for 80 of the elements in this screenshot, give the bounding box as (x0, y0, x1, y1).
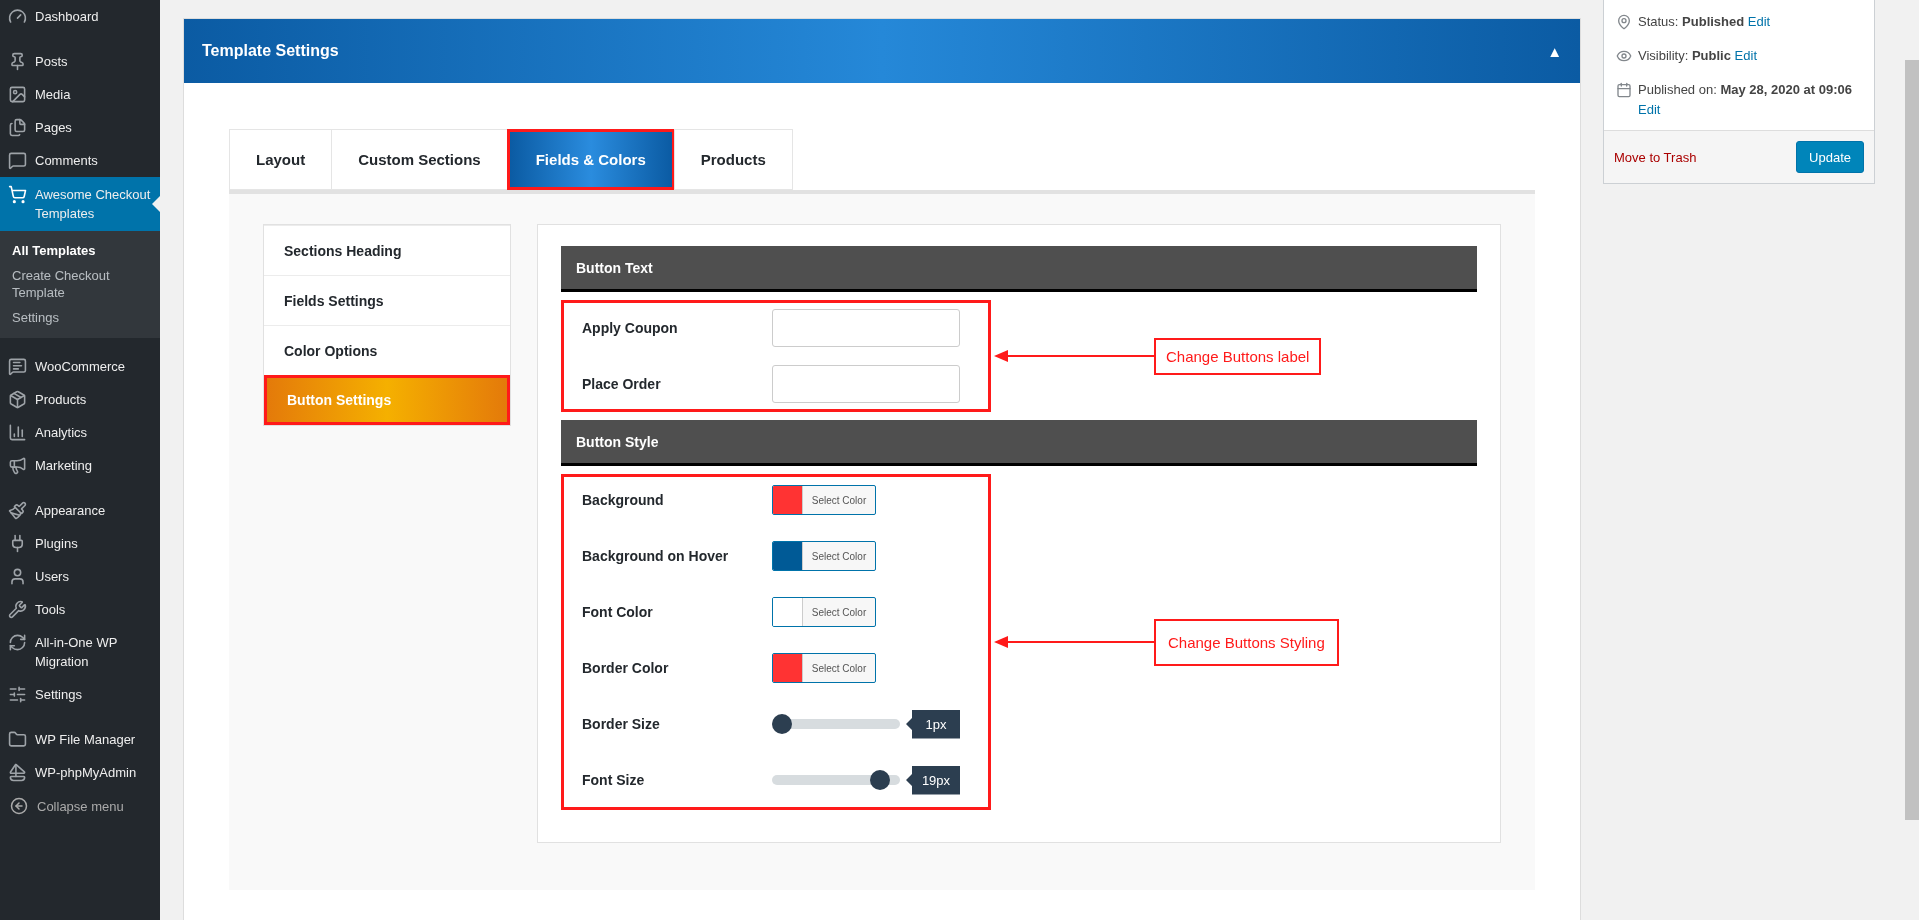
value-tooltip: 19px (906, 765, 960, 795)
edit-link[interactable]: Edit (1747, 14, 1771, 29)
bar-chart-icon (8, 423, 27, 442)
edit-link[interactable]: Edit (1638, 102, 1661, 117)
paintbrush-icon (8, 501, 27, 520)
input-field[interactable] (772, 365, 960, 403)
input-field[interactable] (772, 309, 960, 347)
annotation-note: Change Buttons Styling (1154, 618, 1339, 666)
comment-icon (8, 151, 27, 170)
sidebar-item[interactable]: WP File Manager (0, 723, 160, 756)
color-picker-button[interactable]: Select Color (772, 653, 876, 683)
field-label: Background (582, 492, 665, 508)
box-icon (8, 390, 27, 409)
update-button[interactable]: Update (1796, 141, 1864, 173)
tab[interactable]: Layout (229, 129, 333, 190)
pin-icon (8, 52, 27, 71)
collapse-toggle[interactable]: ▲ (1547, 42, 1562, 60)
submenu-item[interactable]: All Templates (0, 238, 160, 263)
pages-icon (8, 118, 27, 137)
speech-bubble-icon (8, 357, 27, 376)
scrollbar[interactable] (1905, 60, 1919, 820)
cart-icon (8, 185, 27, 204)
media-icon (8, 85, 27, 104)
field-label: Font Color (582, 604, 654, 620)
move-to-trash-link[interactable]: Move to Trash (1614, 149, 1697, 165)
field-label: Font Size (582, 772, 646, 788)
publish-info: Published on: May 28, 2020 at 09:06 Edit (1638, 81, 1853, 119)
color-picker-button[interactable]: Select Color (772, 597, 876, 627)
submenu-item[interactable]: Settings (0, 305, 160, 330)
tab[interactable]: Custom Sections (331, 129, 508, 190)
wrench-icon (8, 600, 27, 619)
megaphone-icon (8, 456, 27, 475)
edit-link[interactable]: Edit (1734, 48, 1757, 63)
annotation-note: Change Buttons label (1154, 337, 1322, 375)
color-picker-button[interactable]: Select Color (772, 485, 876, 515)
slider-thumb[interactable] (772, 714, 792, 734)
submenu-item[interactable]: Create Checkout Template (0, 263, 160, 305)
collapse-menu-button[interactable]: Collapse menu (0, 789, 160, 823)
section-header: Button Text (561, 246, 1477, 292)
tab[interactable]: Fields & Colors (506, 129, 675, 190)
sidebar-item[interactable]: WP-phpMyAdmin (0, 756, 160, 789)
sidebar-item[interactable]: WooCommerce (0, 350, 160, 383)
tab[interactable]: Products (673, 129, 793, 190)
sidebar-item[interactable]: Products (0, 383, 160, 416)
field-label: Apply Coupon (582, 320, 679, 336)
field-label: Background on Hover (582, 548, 730, 564)
user-icon (8, 567, 27, 586)
sidebar-item[interactable]: Media (0, 78, 160, 111)
field-label: Place Order (582, 376, 662, 392)
sidebar-item[interactable]: Posts (0, 45, 160, 78)
sidebar-item[interactable]: Analytics (0, 416, 160, 449)
panel-title: Template Settings (202, 42, 339, 60)
sailboat-icon (8, 763, 27, 782)
eye-icon (1616, 48, 1632, 64)
field-label: Border Size (582, 716, 661, 732)
pin-icon (1616, 14, 1632, 30)
color-picker-button[interactable]: Select Color (772, 541, 876, 571)
sidebar-item[interactable]: Comments (0, 144, 160, 177)
sidebar-item[interactable]: Appearance (0, 494, 160, 527)
refresh-icon (8, 633, 27, 652)
sidebar-item[interactable]: Users (0, 560, 160, 593)
slider-thumb[interactable] (869, 770, 890, 790)
sidebar-item[interactable]: Dashboard (0, 0, 160, 33)
publish-info: Visibility: Public Edit (1638, 47, 1758, 65)
sidebar-item[interactable]: Plugins (0, 527, 160, 560)
collapse-icon (10, 797, 28, 815)
sidebar-item[interactable]: Marketing (0, 449, 160, 482)
section-header: Button Style (561, 420, 1477, 466)
sliders-icon (8, 685, 27, 704)
gauge-icon (8, 7, 27, 26)
calendar-icon (1616, 82, 1632, 98)
sidebar-item[interactable]: Tools (0, 593, 160, 626)
sidebar-item[interactable]: Awesome Checkout Templates (0, 177, 160, 231)
sidebar-item[interactable]: Pages (0, 111, 160, 144)
publish-info: Status: Published Edit (1638, 13, 1772, 31)
value-tooltip: 1px (906, 709, 960, 739)
folder-icon (8, 730, 27, 749)
sidebar-item[interactable]: Settings (0, 678, 160, 711)
sidebar-item[interactable]: All-in-One WP Migration (0, 626, 160, 678)
field-label: Border Color (582, 660, 670, 676)
